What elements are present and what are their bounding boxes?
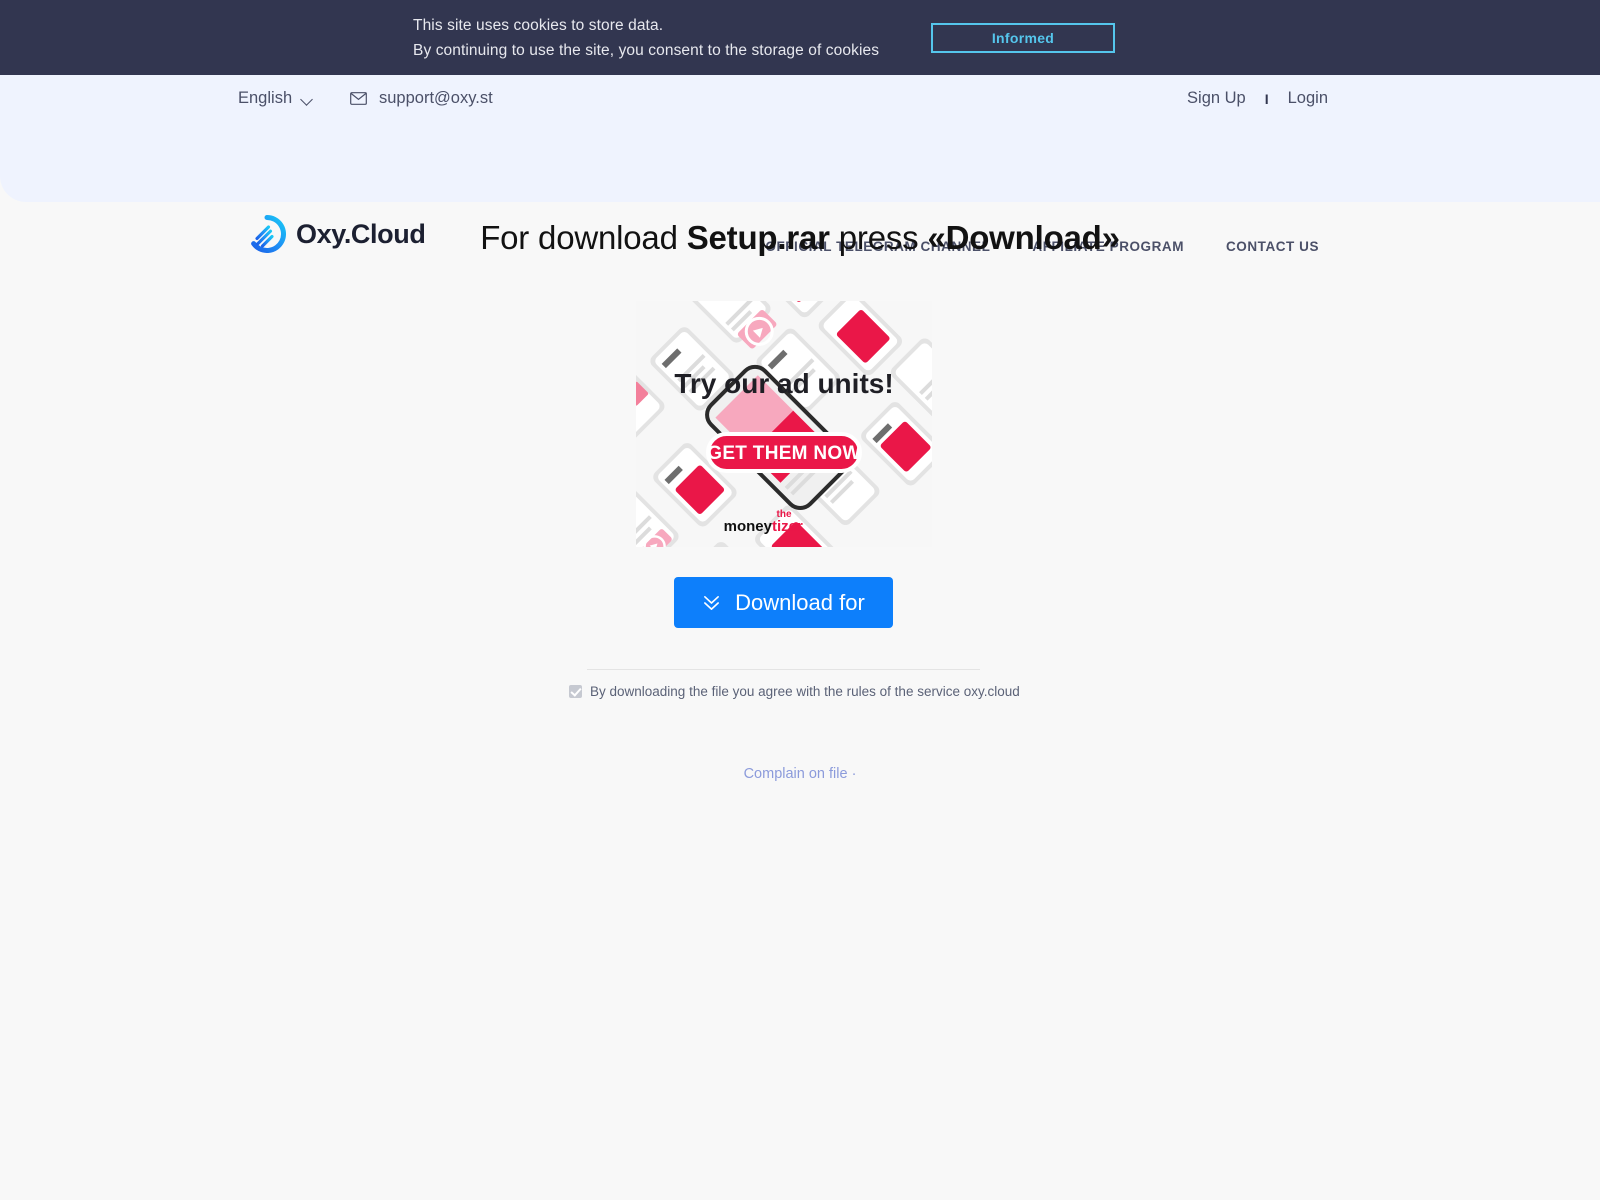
cookie-informed-button[interactable]: Informed	[931, 23, 1115, 53]
support-email-link[interactable]: support@oxy.st	[350, 89, 493, 108]
agreement-checkbox[interactable]	[569, 685, 582, 698]
language-label: English	[238, 89, 293, 107]
svg-text:tizer: tizer	[772, 518, 803, 535]
cookie-text-line-2: By continuing to use the site, you conse…	[413, 41, 880, 59]
envelope-icon	[350, 92, 367, 105]
support-email-text: support@oxy.st	[379, 89, 493, 107]
ad-cta-button: GET THEM NOW	[706, 432, 862, 473]
cookie-consent-text: This site uses cookies to store data. By…	[413, 14, 879, 63]
site-header: English support@oxy.st Sign Up I Login O…	[0, 75, 1600, 254]
double-chevron-down-icon	[704, 595, 720, 610]
ad-headline-text: Try our ad units!	[674, 368, 893, 399]
login-link[interactable]: Login	[1288, 89, 1328, 108]
agreement-label: By downloading the file you agree with t…	[590, 684, 1020, 699]
advertisement-banner[interactable]: Try our ad units! GET THEM NOW the money…	[636, 301, 932, 547]
language-selector[interactable]: English	[238, 89, 314, 108]
chevron-down-icon	[301, 95, 314, 103]
auth-separator: I	[1264, 90, 1269, 107]
ad-artwork: Try our ad units! GET THEM NOW the money…	[636, 301, 932, 547]
headline-middle: press	[829, 219, 928, 256]
header-topbar: English support@oxy.st Sign Up I Login	[0, 75, 1600, 125]
section-divider	[587, 669, 980, 670]
auth-links: Sign Up I Login	[1187, 89, 1328, 108]
headline-prefix: For download	[480, 219, 687, 256]
headline-action: «Download»	[927, 219, 1120, 256]
complain-on-file-link[interactable]: Complain on file ·	[0, 766, 1600, 782]
cookie-consent-banner: This site uses cookies to store data. By…	[0, 0, 1600, 75]
page-title: For download Setup.rar press «Download»	[0, 219, 1600, 257]
svg-text:GET THEM NOW: GET THEM NOW	[707, 443, 860, 464]
cookie-text-line-1: This site uses cookies to store data.	[413, 17, 664, 34]
sign-up-link[interactable]: Sign Up	[1187, 89, 1246, 108]
headline-filename: Setup.rar	[686, 219, 830, 256]
svg-text:money: money	[724, 518, 773, 535]
agreement-row: By downloading the file you agree with t…	[569, 684, 1020, 699]
download-button[interactable]: Download for	[674, 577, 893, 628]
download-button-label: Download for	[735, 589, 865, 615]
